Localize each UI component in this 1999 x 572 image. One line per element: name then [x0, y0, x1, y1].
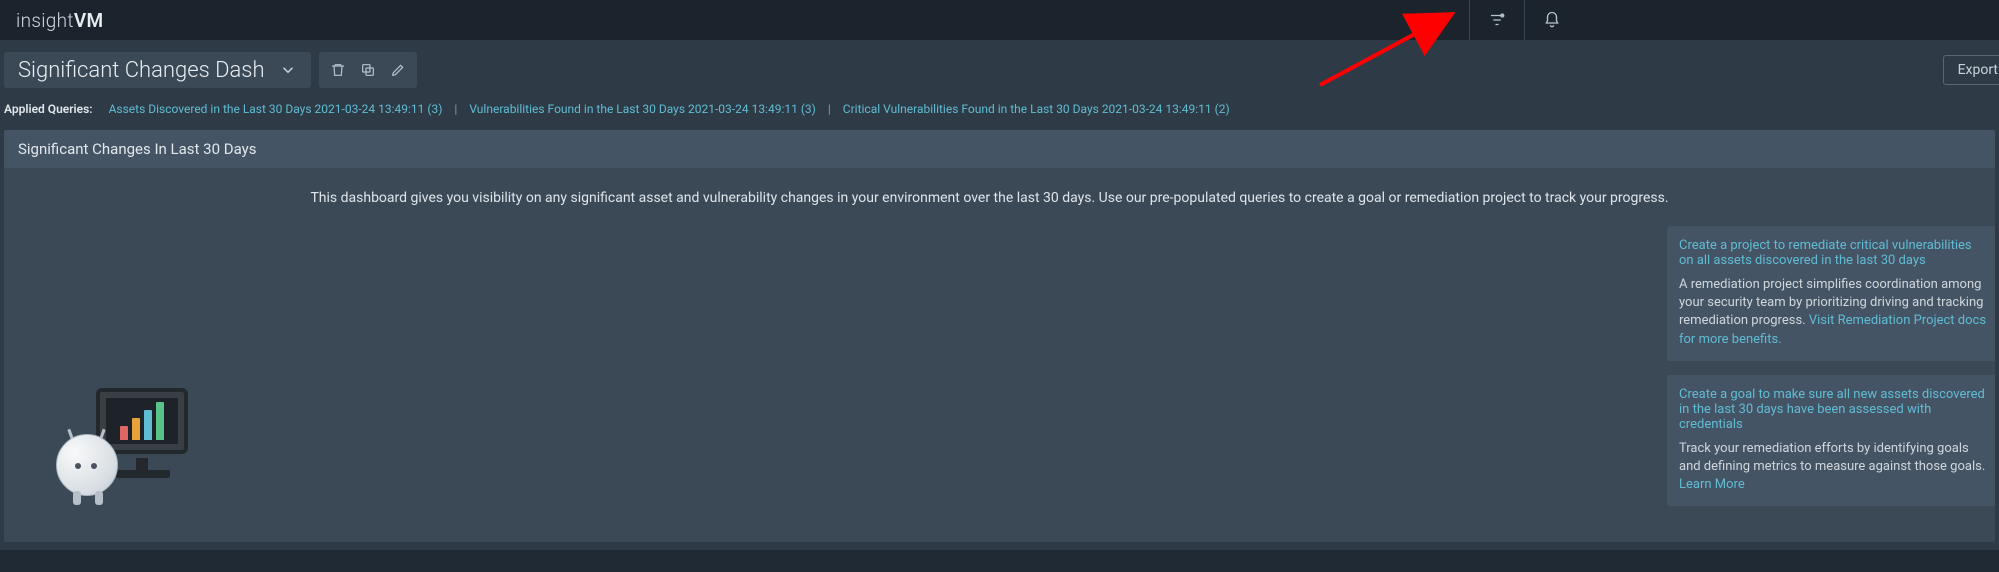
query-link[interactable]: Vulnerabilities Found in the Last 30 Day…	[469, 102, 816, 116]
brand-prefix: insight	[16, 9, 74, 32]
card-body: This dashboard gives you visibility on a…	[4, 168, 1995, 542]
chevron-down-icon	[279, 61, 297, 79]
info-desc: A remediation project simplifies coordin…	[1679, 276, 1987, 349]
export-button[interactable]: Export	[1943, 55, 1999, 85]
topbar-right	[1469, 0, 1999, 40]
learn-more-link[interactable]: Learn More	[1679, 477, 1745, 492]
dashboard-picker[interactable]: Significant Changes Dash	[4, 52, 311, 88]
copy-icon[interactable]	[353, 55, 383, 85]
dashboard-illustration	[46, 382, 206, 512]
topbar: insightVM	[0, 0, 1999, 40]
summary-text: This dashboard gives you visibility on a…	[178, 190, 1801, 206]
remediation-project-box: Create a project to remediate critical v…	[1667, 226, 1995, 361]
query-link[interactable]: Critical Vulnerabilities Found in the La…	[843, 102, 1230, 116]
brand-logo: insightVM	[16, 9, 103, 32]
create-goal-link[interactable]: Create a goal to make sure all new asset…	[1679, 387, 1985, 432]
edit-icon[interactable]	[383, 55, 413, 85]
card-left-column	[18, 226, 1657, 520]
dashboard-title: Significant Changes Dash	[18, 58, 265, 83]
bell-icon[interactable]	[1524, 0, 1579, 40]
dashboard-toolbar: Significant Changes Dash Export	[0, 40, 1999, 92]
trash-icon[interactable]	[323, 55, 353, 85]
applied-queries-row: Applied Queries: Assets Discovered in th…	[0, 92, 1999, 130]
significant-changes-card: Significant Changes In Last 30 Days This…	[4, 130, 1995, 542]
info-desc: Track your remediation efforts by identi…	[1679, 440, 1987, 495]
bottom-strip	[0, 550, 1999, 572]
query-link[interactable]: Assets Discovered in the Last 30 Days 20…	[109, 102, 443, 116]
filter-icon[interactable]	[1469, 0, 1524, 40]
brand-suffix: VM	[74, 9, 104, 32]
create-goal-box: Create a goal to make sure all new asset…	[1667, 375, 1995, 507]
card-title: Significant Changes In Last 30 Days	[4, 130, 1995, 168]
applied-queries-label: Applied Queries:	[4, 102, 93, 116]
query-separator: |	[448, 102, 463, 116]
card-right-column: Create a project to remediate critical v…	[1667, 226, 1995, 520]
create-project-link[interactable]: Create a project to remediate critical v…	[1679, 238, 1972, 268]
dashboard-actions	[319, 52, 417, 88]
query-separator: |	[822, 102, 837, 116]
